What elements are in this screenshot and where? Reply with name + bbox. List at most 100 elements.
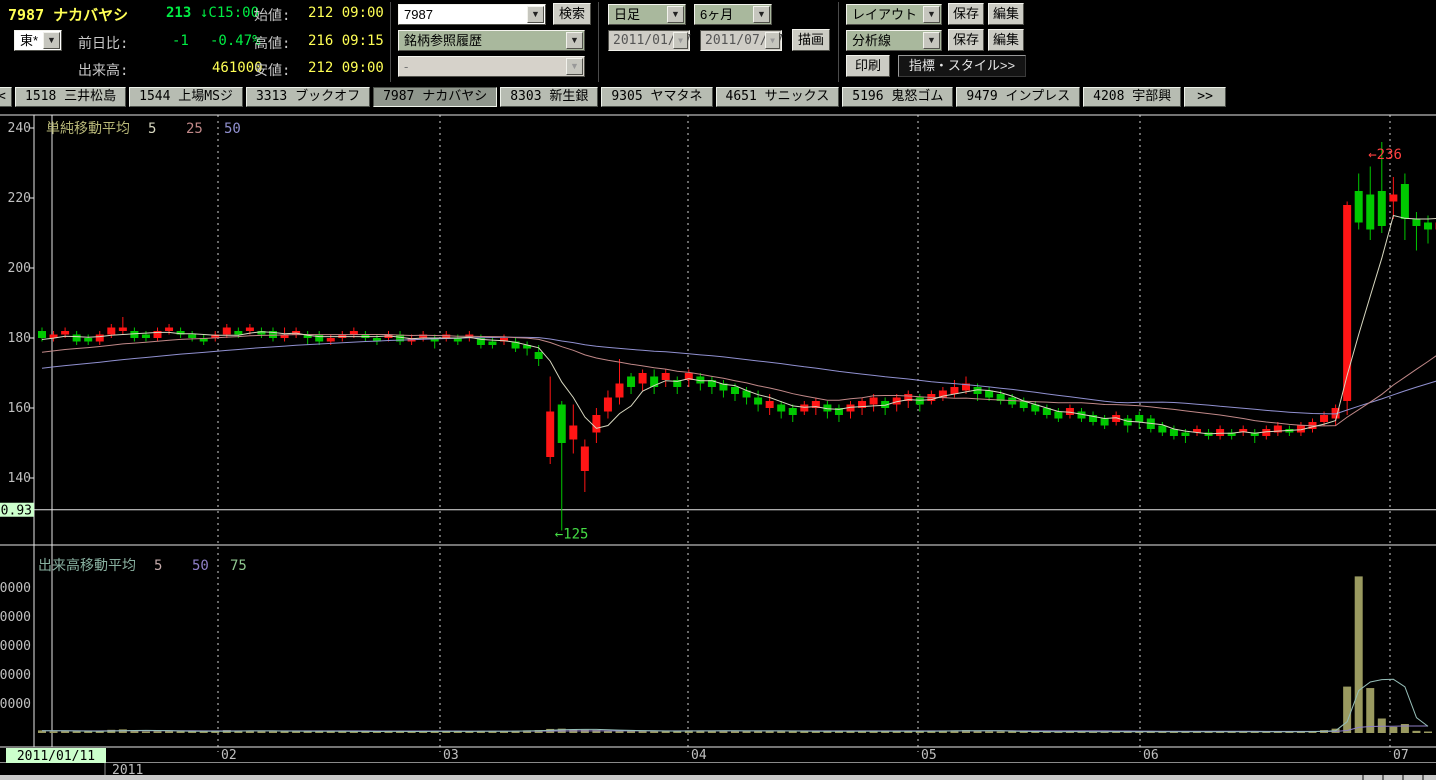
month-label: 06 [1143,748,1159,763]
open-label: 始値: [254,5,290,25]
price-tick-label: 140 [8,471,31,486]
crosshair [34,115,1436,747]
volume-tick-label: 1000000 [0,581,31,596]
stock-chart-app: { "header": { "code_name": "7987 ナカバヤシ",… [0,0,1436,780]
tab-scroll-right[interactable]: >> [1184,87,1226,107]
tab-stock-5196[interactable]: 5196 鬼怒ゴム [842,87,953,107]
volume-ma-lines [42,679,1428,732]
low-marker: ←125 [555,527,589,543]
current-price: 213 [166,5,191,21]
tab-stock-7987[interactable]: 7987 ナカバヤシ [373,87,497,107]
market-select[interactable]: 東* ▼ [14,30,62,51]
chevron-down-icon: ▼ [566,58,583,75]
date-from-field: 2011/01/07 ▼ [608,30,690,51]
svg-text:単純移動平均: 単純移動平均 [46,121,130,137]
volume-tick-label: 800000 [0,610,31,625]
high-value: 216 09:15 [308,33,384,49]
tab-stock-9479[interactable]: 9479 インプレス [956,87,1080,107]
symbol-combo-value: 7987 [404,7,433,22]
chevron-down-icon: ▼ [673,32,688,49]
chevron-down-icon[interactable]: ▼ [923,32,940,49]
tab-stock-9305[interactable]: 9305 ヤマタネ [601,87,712,107]
svg-text:出来高移動平均: 出来高移動平均 [38,557,136,574]
chevron-down-icon[interactable]: ▼ [566,32,583,49]
price-ma-lines [42,216,1436,434]
analysis-edit-button[interactable]: 編集 [988,29,1024,51]
period-combo[interactable]: 日足 ▼ [608,4,686,25]
symbol-combo[interactable]: 7987 ▼ [398,4,546,25]
analysis-save-button[interactable]: 保存 [948,29,984,51]
svg-text:50: 50 [192,558,209,574]
indicator-style-button[interactable]: 指標・スタイル>> [898,55,1026,77]
print-button[interactable]: 印刷 [846,55,890,77]
month-label: 03 [443,748,459,763]
volume-bars [38,576,1432,733]
tab-stock-8303[interactable]: 8303 新生銀 [500,87,598,107]
price-tick-label: 200 [8,261,31,276]
price-status: ↓C15:00 [200,5,259,21]
chevron-down-icon[interactable]: ▼ [527,6,544,23]
month-label: 04 [691,748,707,763]
tab-stock-1518[interactable]: 1518 三井松島 [15,87,126,107]
svg-text:50: 50 [224,121,241,137]
tab-stock-1544[interactable]: 1544 上場MSジ [129,87,243,107]
low-label: 安値: [254,60,290,80]
chevron-down-icon: ▼ [765,32,780,49]
layout-edit-button[interactable]: 編集 [988,3,1024,25]
empty-combo-value: - [404,59,408,74]
svg-text:5: 5 [154,558,162,574]
volume-tick-label: 400000 [0,668,31,683]
chevron-down-icon[interactable]: ▼ [43,32,60,49]
diff-value: -1 [172,33,189,49]
price-tick-label: 160 [8,401,31,416]
chevron-down-icon[interactable]: ▼ [753,6,770,23]
month-label: 02 [221,748,237,763]
diff-label: 前日比: [78,33,128,53]
tab-scroll-left[interactable]: < [0,87,12,107]
draw-button[interactable]: 描画 [792,29,830,51]
high-marker: ←236 [1368,147,1402,163]
tab-stock-4651[interactable]: 4651 サニックス [716,87,840,107]
svg-text:75: 75 [230,558,247,574]
crosshair-labels [0,503,106,763]
empty-combo: - ▼ [398,56,585,77]
month-label: 05 [921,748,937,763]
market-select-value: 東* [20,33,38,48]
stock-code-name: 7987 ナカバヤシ [8,4,128,25]
separator [598,2,599,82]
month-label: 07 [1393,748,1409,763]
separator [390,2,391,82]
analysis-combo-value: 分析線 [852,33,891,48]
high-label: 高値: [254,33,290,53]
svg-text:25: 25 [186,121,203,137]
search-button[interactable]: 検索 [553,3,591,25]
chevron-down-icon[interactable]: ▼ [923,6,940,23]
stock-tab-bar: <1518 三井松島1544 上場MSジ3313 ブックオフ7987 ナカバヤシ… [0,87,1436,110]
range-combo[interactable]: 6ヶ月 ▼ [694,4,772,25]
date-to-field: 2011/07/07 ▼ [700,30,782,51]
volume-tick-label: 600000 [0,639,31,654]
diff-percent: -0.47% [210,33,261,49]
price-tick-label: 180 [8,331,31,346]
open-value: 212 09:00 [308,5,384,21]
chevron-down-icon[interactable]: ▼ [667,6,684,23]
low-value: 212 09:00 [308,60,384,76]
price-tick-label: 220 [8,191,31,206]
layout-save-button[interactable]: 保存 [948,3,984,25]
analysis-combo[interactable]: 分析線 ▼ [846,30,942,51]
volume-label: 出来高: [78,60,128,80]
bottom-scrollbar[interactable] [0,775,1436,780]
candlestick-chart[interactable]: 0203040506072402202001801601401000000800… [0,110,1436,780]
price-axis [30,128,34,478]
crosshair-date-label: 2011/01/11 [17,749,95,764]
volume-tick-label: 200000 [0,697,31,712]
separator [838,2,839,82]
history-combo[interactable]: 銘柄参照履歴 ▼ [398,30,585,51]
range-combo-value: 6ヶ月 [700,7,733,22]
layout-combo-value: レイアウト [852,7,917,22]
layout-combo[interactable]: レイアウト ▼ [846,4,942,25]
tab-stock-3313[interactable]: 3313 ブックオフ [246,87,370,107]
period-combo-value: 日足 [614,7,640,22]
chart-area: 0203040506072402202001801601401000000800… [0,110,1436,780]
tab-stock-4208[interactable]: 4208 宇部興 [1083,87,1181,107]
